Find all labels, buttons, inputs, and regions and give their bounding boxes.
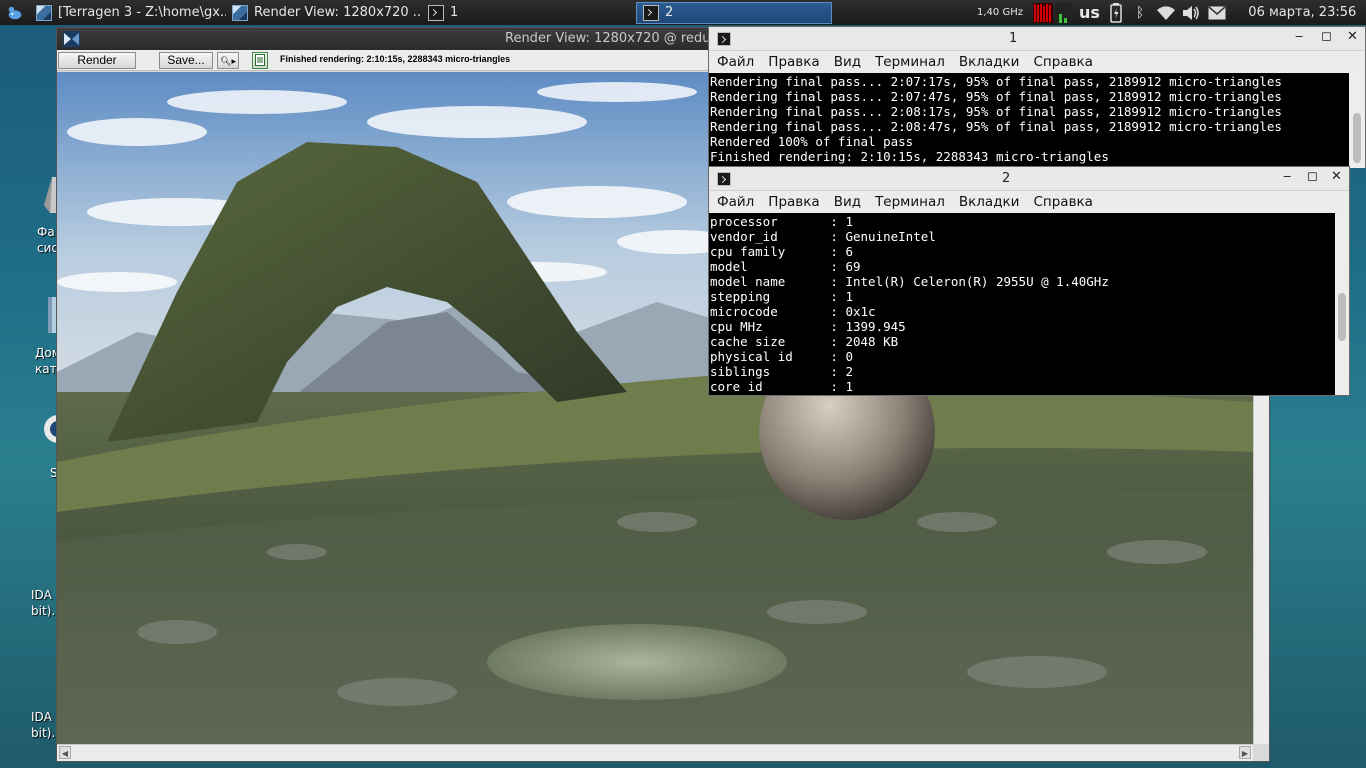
close-icon[interactable]: ✕ xyxy=(1347,29,1358,44)
mail-icon[interactable] xyxy=(1208,5,1226,20)
terminal-output[interactable]: Rendering final pass... 2:07:17s, 95% of… xyxy=(709,73,1349,168)
terminal-output[interactable]: processor : 1 vendor_id : GenuineIntel cpu… xyxy=(709,213,1335,395)
terminal-line: cache size : 2048 KB xyxy=(710,334,899,349)
system-tray: 1,40 GHz us ᛒ 06 марта, 23:56 xyxy=(977,0,1356,25)
terminal-titlebar[interactable]: 1 ‒ ◻ ✕ xyxy=(709,27,1365,51)
terminal-line: processor : 1 xyxy=(710,214,853,229)
save-button[interactable]: Save... xyxy=(159,52,213,69)
terminal-line: Finished rendering: 2:10:15s, 2288343 mi… xyxy=(710,149,1109,164)
terminal-line: stepping : 1 xyxy=(710,289,853,304)
terragen-icon xyxy=(232,4,248,21)
terminal-icon xyxy=(428,4,444,21)
top-panel: [Terragen 3 - Z:\home\gx... Render View:… xyxy=(0,0,1366,25)
task-button-render-view[interactable]: Render View: 1280x720 ... xyxy=(226,0,422,25)
menu-file[interactable]: Файл xyxy=(711,191,762,213)
bluetooth-icon[interactable]: ᛒ xyxy=(1136,5,1144,21)
terminal-titlebar[interactable]: 2 ‒ ◻ ✕ xyxy=(709,167,1349,191)
terminal-line: Rendering final pass... 2:07:17s, 95% of… xyxy=(710,74,1282,89)
maximize-icon[interactable]: ◻ xyxy=(1321,29,1332,44)
terminal-icon xyxy=(717,172,731,186)
minimize-icon[interactable]: ‒ xyxy=(1283,169,1291,184)
terminal-line: siblings : 2 xyxy=(710,364,853,379)
desktop-icon-filesystem-label[interactable]: Фа сис xyxy=(37,224,58,256)
terminal-line: microcode : 0x1c xyxy=(710,304,876,319)
minimize-icon[interactable]: ‒ xyxy=(1295,29,1303,44)
render-status-text: Finished rendering: 2:10:15s, 2288343 mi… xyxy=(280,54,511,64)
task-button-terminal-1[interactable]: 1 xyxy=(422,0,618,25)
battery-icon[interactable] xyxy=(1110,2,1122,23)
terminal-line: Rendering final pass... 2:07:47s, 95% of… xyxy=(710,89,1282,104)
scrollbar-thumb[interactable] xyxy=(1353,113,1361,163)
terminal-line: core id : 1 xyxy=(710,379,853,394)
terminal-window-1: 1 ‒ ◻ ✕ Файл Правка Вид Терминал Вкладки… xyxy=(708,26,1366,168)
scrollbar-thumb[interactable] xyxy=(1338,293,1346,341)
desktop-icon-ida-label[interactable]: IDA bit). xyxy=(31,709,55,741)
task-label: [Terragen 3 - Z:\home\gx... xyxy=(58,5,226,20)
whisker-menu-button[interactable] xyxy=(0,0,30,25)
window-title: 2 xyxy=(1002,171,1011,186)
terminal-line: Rendering final pass... 2:08:47s, 95% of… xyxy=(710,119,1282,134)
terminal-line: cpu family : 6 xyxy=(710,244,853,259)
wifi-icon[interactable] xyxy=(1156,5,1176,21)
menu-file[interactable]: Файл xyxy=(711,51,762,73)
render-button[interactable]: Render xyxy=(58,52,136,69)
xfce-mouse-icon xyxy=(8,6,22,19)
window-title: 1 xyxy=(1009,31,1018,46)
task-label: Render View: 1280x720 ... xyxy=(254,5,422,20)
terminal-icon xyxy=(643,4,659,21)
menu-tabs[interactable]: Вкладки xyxy=(953,191,1028,213)
menu-view[interactable]: Вид xyxy=(828,191,869,213)
keyboard-layout-indicator[interactable]: us xyxy=(1079,3,1100,22)
menu-terminal[interactable]: Терминал xyxy=(869,51,953,73)
cpu-freq-readout: 1,40 GHz xyxy=(977,7,1023,18)
task-label: 1 xyxy=(450,5,459,20)
info-button[interactable] xyxy=(252,52,268,69)
terminal-line: Rendering final pass... 2:08:17s, 95% of… xyxy=(710,104,1282,119)
magnifier-icon: 🔍︎▸ xyxy=(220,56,236,66)
terminal-line: Rendered 100% of final pass xyxy=(710,134,914,149)
window-title: Render View: 1280x720 @ reduced xyxy=(505,31,734,46)
terminal-menubar: Файл Правка Вид Терминал Вкладки Справка xyxy=(709,51,1365,73)
clock[interactable]: 06 марта, 23:56 xyxy=(1248,5,1356,20)
zoom-button[interactable]: 🔍︎▸ xyxy=(217,52,239,69)
menu-edit[interactable]: Правка xyxy=(762,51,827,73)
maximize-icon[interactable]: ◻ xyxy=(1307,169,1318,184)
terminal-line: model name : Intel(R) Celeron(R) 2955U @… xyxy=(710,274,1109,289)
task-button-terragen[interactable]: [Terragen 3 - Z:\home\gx... xyxy=(30,0,226,25)
menu-help[interactable]: Справка xyxy=(1027,191,1100,213)
scroll-left-icon[interactable]: ◀ xyxy=(59,746,71,759)
terminal-window-2: 2 ‒ ◻ ✕ Файл Правка Вид Терминал Вкладки… xyxy=(708,166,1350,396)
horizontal-scrollbar[interactable]: ◀ ▶ xyxy=(57,744,1253,761)
terminal-menubar: Файл Правка Вид Терминал Вкладки Справка xyxy=(709,191,1349,213)
cpu-graph-icon[interactable] xyxy=(1032,2,1073,24)
document-icon xyxy=(255,54,265,66)
terminal-line: vendor_id : GenuineIntel xyxy=(710,229,936,244)
terminal-scrollbar[interactable] xyxy=(1349,73,1365,168)
menu-help[interactable]: Справка xyxy=(1027,51,1100,73)
desktop-icon-ida-label[interactable]: IDA bit). xyxy=(31,587,55,619)
terminal-icon xyxy=(717,32,731,46)
menu-terminal[interactable]: Терминал xyxy=(869,191,953,213)
terminal-line: physical id : 0 xyxy=(710,349,853,364)
terragen-icon xyxy=(36,4,52,21)
task-label: 2 xyxy=(665,5,674,20)
terminal-scrollbar[interactable] xyxy=(1335,213,1349,395)
terragen-icon xyxy=(63,31,80,47)
terminal-line: cpu MHz : 1399.945 xyxy=(710,319,906,334)
menu-edit[interactable]: Правка xyxy=(762,191,827,213)
terminal-line: model : 69 xyxy=(710,259,861,274)
volume-icon[interactable] xyxy=(1182,5,1200,21)
menu-view[interactable]: Вид xyxy=(828,51,869,73)
menu-tabs[interactable]: Вкладки xyxy=(953,51,1028,73)
task-button-terminal-2[interactable]: 2 xyxy=(636,1,832,24)
close-icon[interactable]: ✕ xyxy=(1331,169,1342,184)
scroll-right-icon[interactable]: ▶ xyxy=(1239,746,1251,759)
